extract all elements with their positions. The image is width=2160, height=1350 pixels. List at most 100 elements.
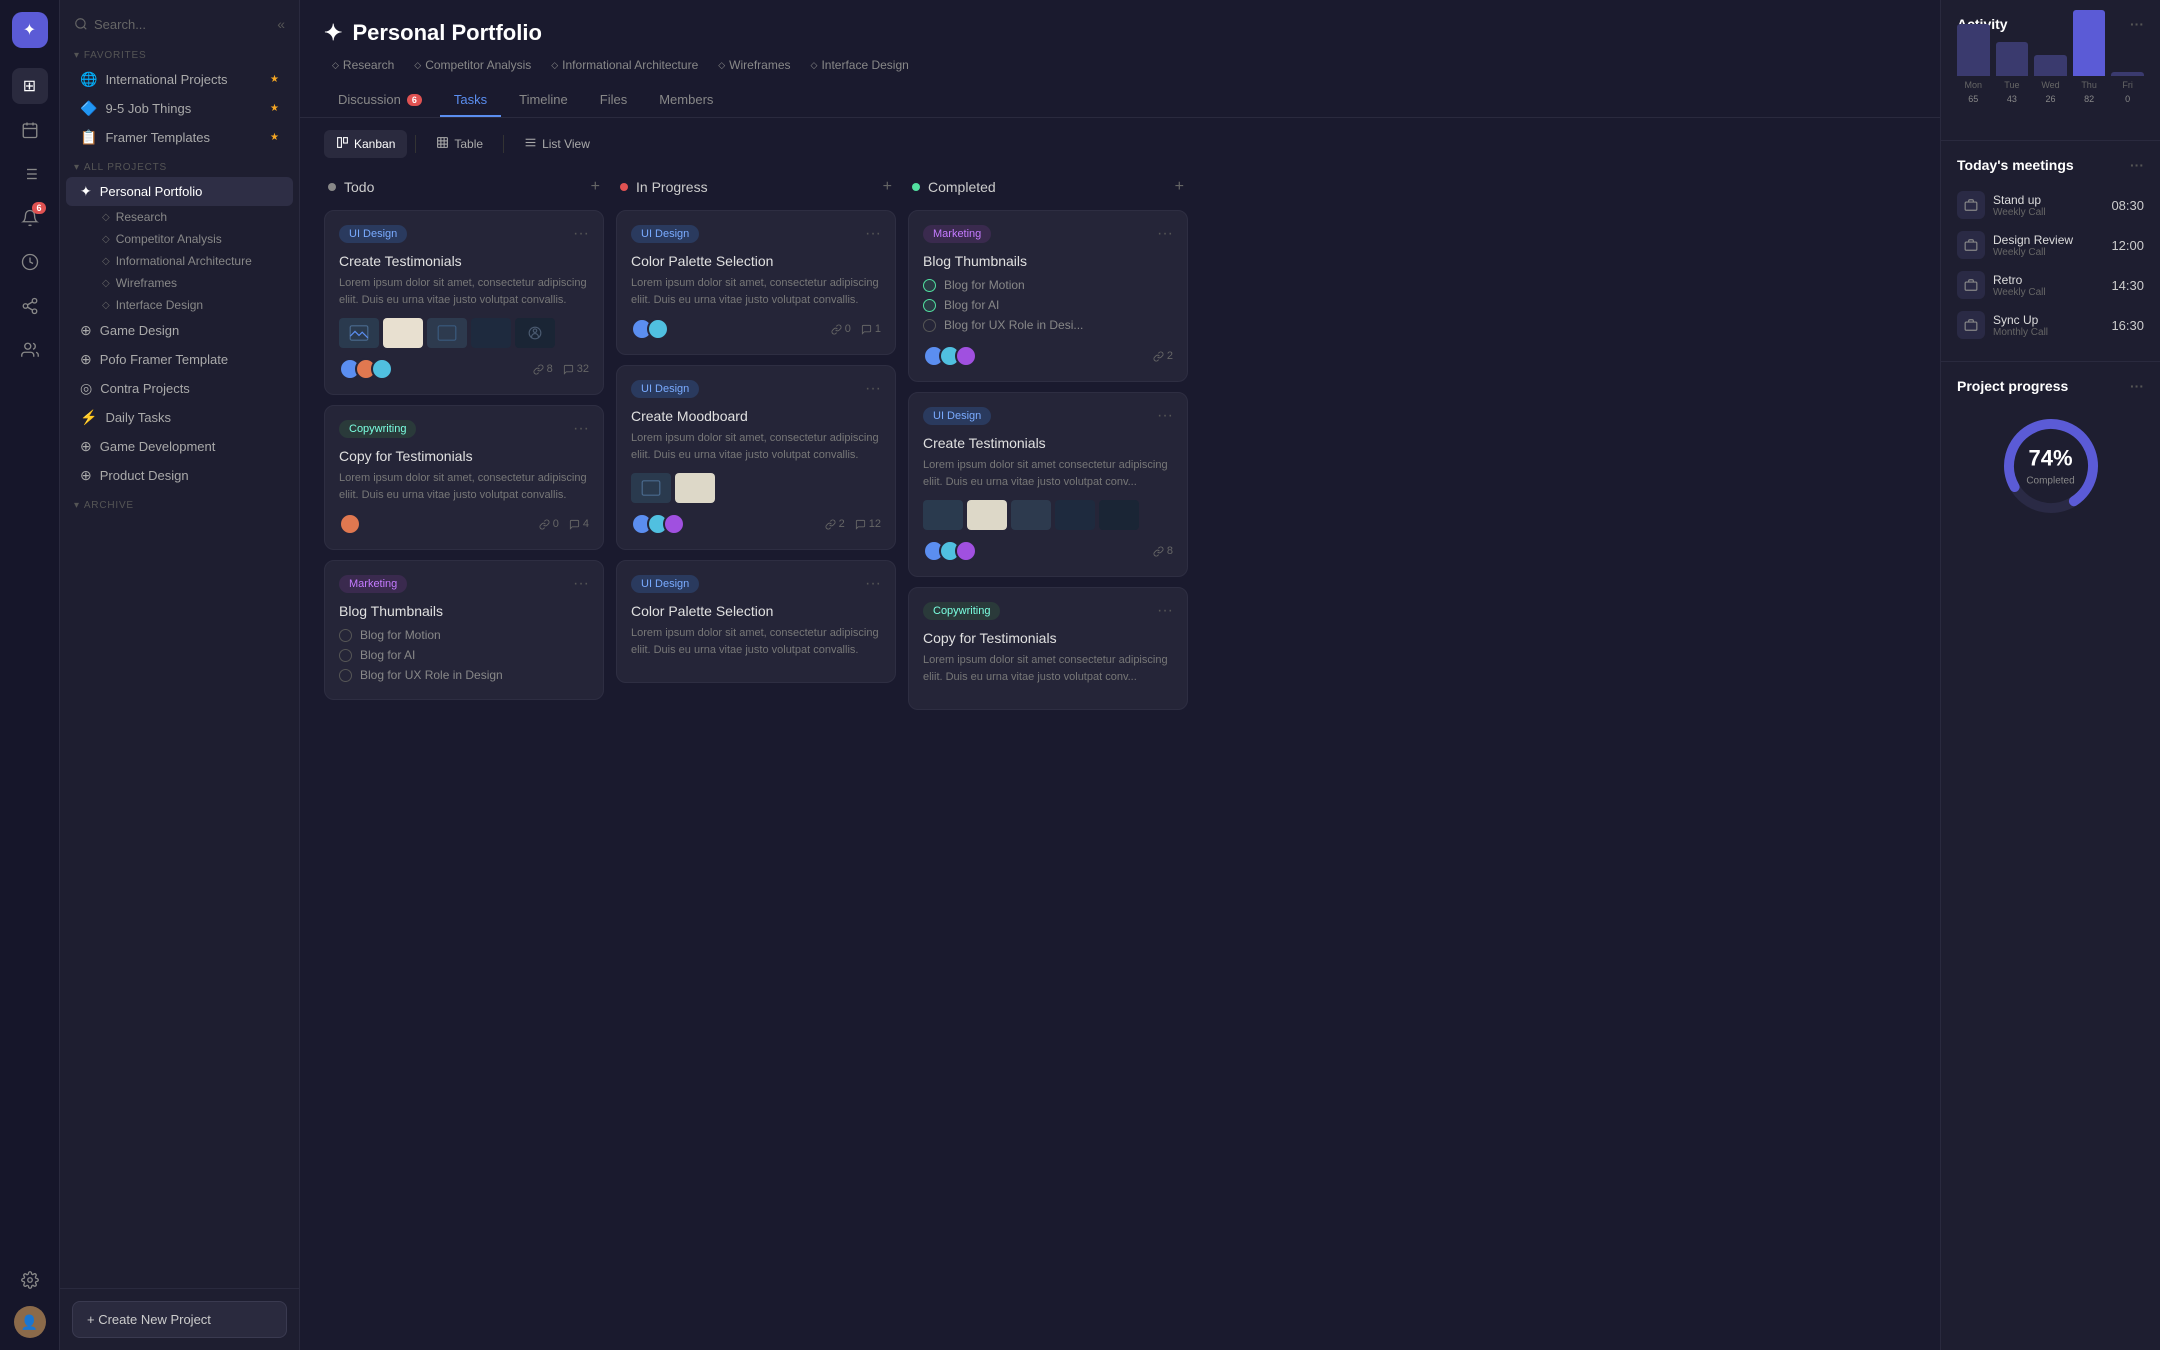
all-projects-section[interactable]: ▾ ALL PROJECTS bbox=[60, 152, 299, 177]
sub-item-competitor[interactable]: ◇ Competitor Analysis bbox=[66, 228, 293, 250]
card-title-td: Create Testimonials bbox=[923, 435, 1173, 451]
nav-calendar[interactable] bbox=[12, 112, 48, 148]
pct-tue: 43 bbox=[2007, 94, 2017, 104]
card-menu-btn-2[interactable]: ··· bbox=[573, 420, 589, 438]
sidebar-item-framer[interactable]: 📋 Framer Templates ★ bbox=[66, 123, 293, 152]
card-color-palette[interactable]: UI Design ··· Color Palette Selection Lo… bbox=[616, 210, 896, 355]
tab-timeline[interactable]: Timeline bbox=[505, 84, 582, 117]
nav-share[interactable] bbox=[12, 288, 48, 324]
avatar-3 bbox=[371, 358, 393, 380]
create-project-button[interactable]: + Create New Project bbox=[72, 1301, 287, 1338]
card-testimonials-done[interactable]: UI Design ··· Create Testimonials Lorem … bbox=[908, 392, 1188, 577]
sidebar-item-job[interactable]: 🔷 9-5 Job Things ★ bbox=[66, 94, 293, 123]
sidebar-item-daily[interactable]: ⚡ Daily Tasks bbox=[66, 403, 293, 432]
card-blog-done[interactable]: Marketing ··· Blog Thumbnails Blog for M… bbox=[908, 210, 1188, 382]
card-desc-cp2: Lorem ipsum dolor sit amet, consectetur … bbox=[631, 625, 881, 658]
pct-thu: 82 bbox=[2084, 94, 2094, 104]
card-menu-td[interactable]: ··· bbox=[1157, 407, 1173, 425]
card-copy-done[interactable]: Copywriting ··· Copy for Testimonials Lo… bbox=[908, 587, 1188, 710]
sidebar-item-international[interactable]: 🌐 International Projects ★ bbox=[66, 65, 293, 94]
nav-users[interactable] bbox=[12, 332, 48, 368]
breadcrumb-wireframes[interactable]: ◇ Wireframes bbox=[710, 56, 798, 74]
icon-bar: ✦ ⊞ 6 👤 bbox=[0, 0, 60, 1350]
card-menu-bd[interactable]: ··· bbox=[1157, 225, 1173, 243]
meeting-design-review[interactable]: Design Review Weekly Call 12:00 bbox=[1957, 225, 2144, 265]
card-menu-mb[interactable]: ··· bbox=[865, 380, 881, 398]
activity-section: Activity ··· Mon 65 Tue 43 Wed 26 Thu bbox=[1941, 0, 2160, 141]
col-add-todo[interactable]: + bbox=[591, 178, 600, 196]
archive-section[interactable]: ▾ ARCHIVE bbox=[60, 490, 299, 515]
view-sep2 bbox=[503, 135, 504, 153]
progress-pct: 74% bbox=[2026, 446, 2074, 472]
sidebar-item-portfolio[interactable]: ✦ Personal Portfolio bbox=[66, 177, 293, 206]
card-menu-cp2[interactable]: ··· bbox=[865, 575, 881, 593]
comment-count-2: 4 bbox=[569, 518, 589, 530]
tab-tasks[interactable]: Tasks bbox=[440, 84, 501, 117]
card-menu-btn-3[interactable]: ··· bbox=[573, 575, 589, 593]
sub-item-info-arch[interactable]: ◇ Informational Architecture bbox=[66, 250, 293, 272]
pct-wed: 26 bbox=[2045, 94, 2055, 104]
card-copy-testimonials[interactable]: Copywriting ··· Copy for Testimonials Lo… bbox=[324, 405, 604, 550]
view-kanban[interactable]: Kanban bbox=[324, 130, 407, 158]
nav-bell[interactable]: 6 bbox=[12, 200, 48, 236]
progress-more[interactable]: ··· bbox=[2130, 378, 2144, 394]
label-fri: Fri bbox=[2122, 80, 2133, 90]
sub-item-interface[interactable]: ◇ Interface Design bbox=[66, 294, 293, 316]
sub-item-research[interactable]: ◇ Research bbox=[66, 206, 293, 228]
card-title-mb: Create Moodboard bbox=[631, 408, 881, 424]
nav-grid[interactable]: ⊞ bbox=[12, 68, 48, 104]
card-meta: 8 32 bbox=[533, 363, 589, 375]
tab-discussion[interactable]: Discussion 6 bbox=[324, 84, 436, 117]
meeting-time-2: 12:00 bbox=[2111, 238, 2144, 253]
sidebar-item-gamedev[interactable]: ⊕ Game Development bbox=[66, 432, 293, 461]
favorites-section[interactable]: ▾ FAVORITES bbox=[60, 40, 299, 65]
card-color-palette-2[interactable]: UI Design ··· Color Palette Selection Lo… bbox=[616, 560, 896, 683]
nav-settings[interactable] bbox=[12, 1262, 48, 1298]
card-blog-thumbnails-todo[interactable]: Marketing ··· Blog Thumbnails Blog for M… bbox=[324, 560, 604, 700]
meeting-icon-2 bbox=[1957, 231, 1985, 259]
card-menu-cp[interactable]: ··· bbox=[865, 225, 881, 243]
activity-chart: Mon 65 Tue 43 Wed 26 Thu 82 Fri 0 bbox=[1957, 44, 2144, 124]
breadcrumb-research[interactable]: ◇ Research bbox=[324, 56, 402, 74]
activity-more[interactable]: ··· bbox=[2130, 16, 2144, 32]
sidebar-item-product[interactable]: ⊕ Product Design bbox=[66, 461, 293, 490]
sub-item-wireframes[interactable]: ◇ Wireframes bbox=[66, 272, 293, 294]
meeting-sub-1: Weekly Call bbox=[1993, 207, 2103, 218]
card-meta-bd: 2 bbox=[1153, 350, 1173, 362]
view-table[interactable]: Table bbox=[424, 130, 495, 158]
card-footer-bd: 2 bbox=[923, 345, 1173, 367]
tab-members[interactable]: Members bbox=[645, 84, 727, 117]
meeting-time-1: 08:30 bbox=[2111, 198, 2144, 213]
search-bar[interactable]: Search... bbox=[74, 17, 277, 32]
card-menu-btn[interactable]: ··· bbox=[573, 225, 589, 243]
meeting-syncup[interactable]: Sync Up Monthly Call 16:30 bbox=[1957, 305, 2144, 345]
main-content: ✦ Personal Portfolio ◇ Research ◇ Compet… bbox=[300, 0, 1940, 1350]
sidebar-item-game-design[interactable]: ⊕ Game Design bbox=[66, 316, 293, 345]
col-add-done[interactable]: + bbox=[1175, 178, 1184, 196]
card-moodboard[interactable]: UI Design ··· Create Moodboard Lorem ips… bbox=[616, 365, 896, 550]
app-logo[interactable]: ✦ bbox=[12, 12, 48, 48]
sidebar-collapse[interactable]: « bbox=[277, 16, 285, 32]
card-create-testimonials-todo[interactable]: UI Design ··· Create Testimonials Lorem … bbox=[324, 210, 604, 395]
img-thumb-4 bbox=[471, 318, 511, 348]
view-list[interactable]: List View bbox=[512, 130, 602, 158]
globe-icon: 🌐 bbox=[80, 71, 97, 88]
sidebar-item-contra[interactable]: ◎ Contra Projects bbox=[66, 374, 293, 403]
nav-clock[interactable] bbox=[12, 244, 48, 280]
card-menu-copy-done[interactable]: ··· bbox=[1157, 602, 1173, 620]
card-avatars-cp bbox=[631, 318, 669, 340]
meeting-standup[interactable]: Stand up Weekly Call 08:30 bbox=[1957, 185, 2144, 225]
card-meta-2: 0 4 bbox=[539, 518, 589, 530]
meetings-more[interactable]: ··· bbox=[2130, 157, 2144, 173]
col-add-progress[interactable]: + bbox=[883, 178, 892, 196]
breadcrumb-interface[interactable]: ◇ Interface Design bbox=[803, 56, 917, 74]
sidebar-item-pofo[interactable]: ⊕ Pofo Framer Template bbox=[66, 345, 293, 374]
tab-files[interactable]: Files bbox=[586, 84, 641, 117]
meeting-retro[interactable]: Retro Weekly Call 14:30 bbox=[1957, 265, 2144, 305]
nav-list[interactable] bbox=[12, 156, 48, 192]
breadcrumb-competitor[interactable]: ◇ Competitor Analysis bbox=[406, 56, 539, 74]
user-avatar[interactable]: 👤 bbox=[14, 1306, 46, 1338]
progress-circle-container: 74% Completed bbox=[1957, 406, 2144, 526]
breadcrumb-infoarch[interactable]: ◇ Informational Architecture bbox=[543, 56, 706, 74]
meeting-sub-2: Weekly Call bbox=[1993, 247, 2103, 258]
